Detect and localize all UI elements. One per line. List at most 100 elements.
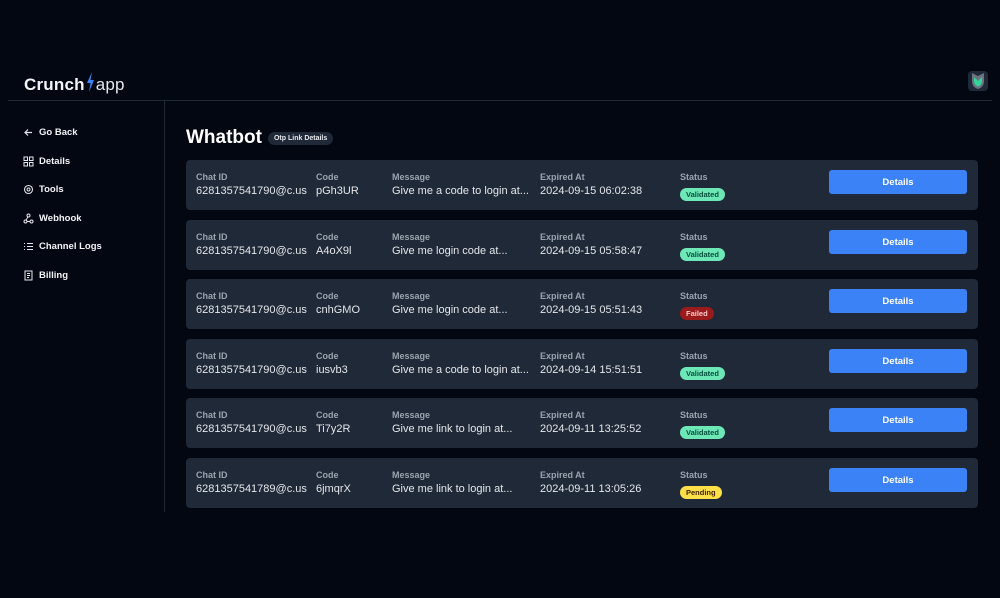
sidebar-item-tools[interactable]: Tools [23,180,64,198]
sidebar-item-go-back[interactable]: Go Back [23,123,78,141]
status-cell: Status Pending [680,470,722,500]
settings-icon [23,184,34,195]
page-title: Whatbot [186,127,262,148]
expired-at-cell: Expired At 2024-09-15 06:02:38 [540,172,642,197]
otp-row: Chat ID 6281357541789@c.us Code 6jmqrX M… [186,458,978,508]
expired-at-label: Expired At [540,291,585,301]
message-label: Message [392,470,431,480]
expired-at-value: 2024-09-15 05:58:47 [540,245,643,257]
otp-row: Chat ID 6281357541790@c.us Code iusvb3 M… [186,339,978,389]
message-label: Message [392,410,431,420]
status-badge: Failed [680,307,714,320]
chat-id-cell: Chat ID 6281357541790@c.us [196,351,307,376]
status-badge: Validated [680,248,725,261]
chat-id-label: Chat ID [196,410,228,420]
page-subtitle-pill: Otp Link Details [267,131,334,145]
expired-at-value: 2024-09-11 13:05:26 [540,483,642,495]
details-button[interactable]: Details [829,289,967,313]
message-value: Give me a code to login at... [392,185,529,197]
sidebar-item-webhook[interactable]: Webhook [23,209,82,227]
status-cell: Status Validated [680,351,725,381]
message-value: Give me login code at... [392,304,508,316]
code-value: 6jmqrX [316,483,351,495]
code-label: Code [316,351,339,361]
sidebar-item-channel-logs[interactable]: Channel Logs [23,237,102,255]
expired-at-value: 2024-09-15 05:51:43 [540,304,643,316]
message-cell: Message Give me link to login at... [392,410,512,435]
details-button[interactable]: Details [829,170,967,194]
details-button[interactable]: Details [829,468,967,492]
sidebar-item-label: Go Back [39,126,78,138]
sidebar-item-label: Channel Logs [39,240,102,252]
status-badge: Validated [680,367,725,380]
status-badge: Validated [680,426,725,439]
status-label: Status [680,470,708,480]
expired-at-cell: Expired At 2024-09-15 05:51:43 [540,291,642,316]
sidebar-item-details[interactable]: Details [23,152,70,170]
code-cell: Code pGh3UR [316,172,359,197]
message-cell: Message Give me a code to login at... [392,172,529,197]
message-cell: Message Give me link to login at... [392,470,512,495]
expired-at-label: Expired At [540,410,585,420]
chat-id-label: Chat ID [196,172,228,182]
expired-at-value: 2024-09-15 06:02:38 [540,185,643,197]
details-button[interactable]: Details [829,230,967,254]
code-value: cnhGMO [316,304,361,316]
message-label: Message [392,232,431,242]
sidebar-item-label: Tools [39,183,64,195]
chat-id-value: 6281357541790@c.us [196,304,307,316]
receipt-icon [23,270,34,281]
status-cell: Status Validated [680,410,725,440]
status-cell: Status Validated [680,232,725,262]
sidebar-item-label: Billing [39,269,69,281]
status-cell: Status Failed [680,291,714,321]
otp-row: Chat ID 6281357541790@c.us Code pGh3UR M… [186,160,978,210]
code-value: A4oX9l [316,245,352,257]
expired-at-cell: Expired At 2024-09-15 05:58:47 [540,232,642,257]
sidebar-item-label: Details [39,155,71,167]
sidebar-item-billing[interactable]: Billing [23,266,68,284]
code-label: Code [316,232,339,242]
expired-at-label: Expired At [540,232,585,242]
message-cell: Message Give me a code to login at... [392,351,529,376]
message-value: Give me login code at... [392,245,508,257]
brand-name-right: app [95,74,125,94]
message-label: Message [392,291,431,301]
brand-logo[interactable]: Crunch app [24,72,125,97]
status-label: Status [680,172,708,182]
status-label: Status [680,410,708,420]
expired-at-value: 2024-09-14 15:51:51 [540,364,643,376]
chat-id-label: Chat ID [196,351,228,361]
details-button[interactable]: Details [829,408,967,432]
code-value: iusvb3 [316,364,348,376]
code-value: Ti7y2R [316,423,351,435]
brand-name-left: Crunch [24,74,85,94]
code-label: Code [316,291,339,301]
bolt-icon [86,72,95,97]
expired-at-value: 2024-09-11 13:25:52 [540,423,642,435]
chat-id-cell: Chat ID 6281357541790@c.us [196,232,307,257]
expired-at-cell: Expired At 2024-09-11 13:05:26 [540,470,641,495]
message-value: Give me link to login at... [392,423,513,435]
chat-id-cell: Chat ID 6281357541790@c.us [196,172,307,197]
code-label: Code [316,470,339,480]
otp-row: Chat ID 6281357541790@c.us Code A4oX9l M… [186,220,978,270]
top-header: Crunch app [0,60,1000,101]
expired-at-label: Expired At [540,172,585,182]
status-cell: Status Validated [680,172,725,202]
chat-id-cell: Chat ID 6281357541790@c.us [196,410,307,435]
expired-at-label: Expired At [540,470,585,480]
details-button[interactable]: Details [829,349,967,373]
expired-at-cell: Expired At 2024-09-11 13:25:52 [540,410,641,435]
user-avatar[interactable] [968,71,988,91]
message-label: Message [392,172,431,182]
status-badge: Pending [680,486,722,499]
chat-id-value: 6281357541789@c.us [196,483,307,495]
sidebar-item-label: Webhook [39,212,82,224]
chat-id-cell: Chat ID 6281357541789@c.us [196,470,307,495]
code-cell: Code iusvb3 [316,351,348,376]
chat-id-label: Chat ID [196,291,228,301]
status-badge: Validated [680,188,725,201]
message-value: Give me a code to login at... [392,364,529,376]
message-value: Give me link to login at... [392,483,513,495]
